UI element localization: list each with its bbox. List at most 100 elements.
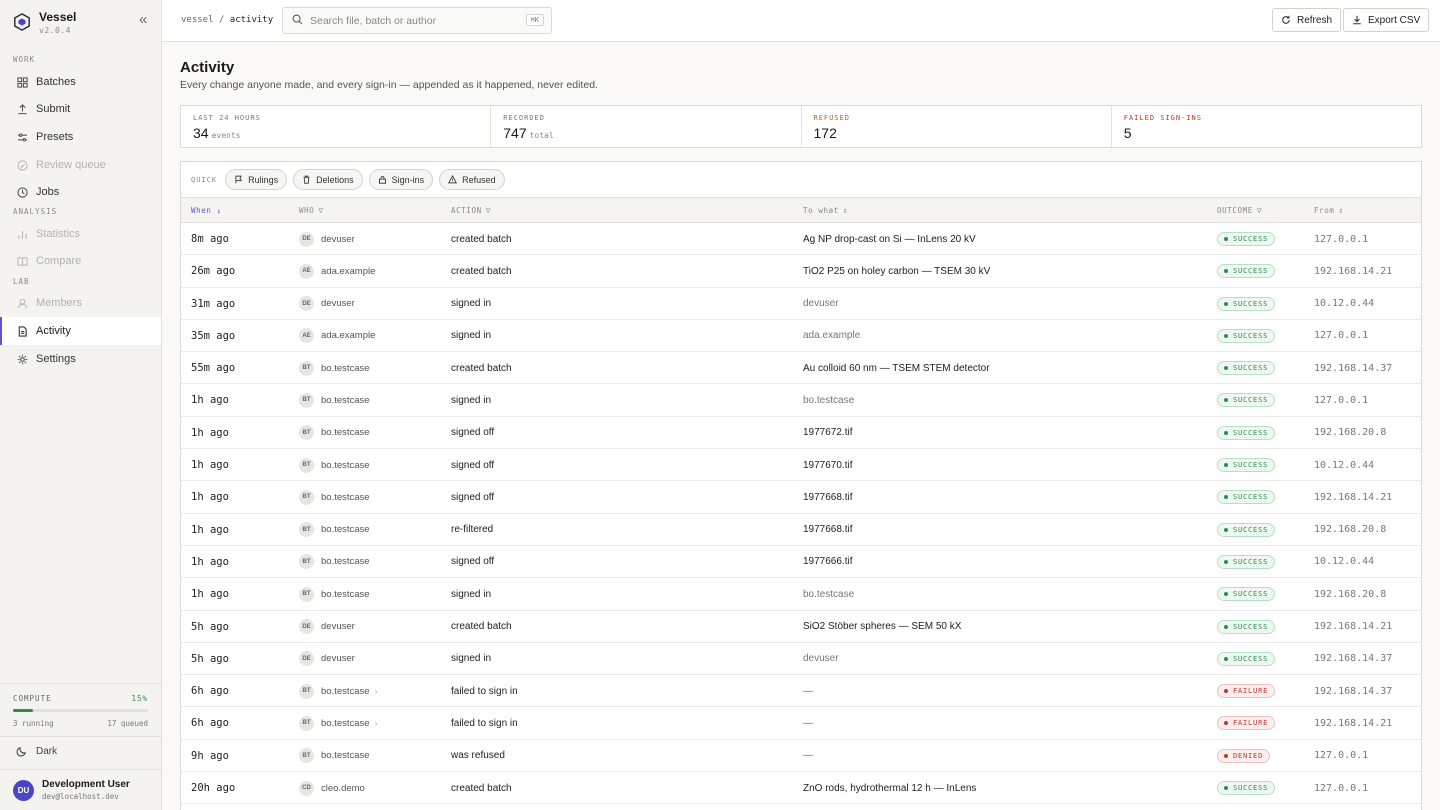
cell-target[interactable]: ada.example (803, 320, 860, 352)
col-target[interactable]: To what ⇕ (803, 206, 848, 215)
user-name: devuser (321, 298, 355, 310)
cell-target[interactable]: SiO2 Stöber spheres — SEM 50 kX (803, 611, 961, 643)
table-row[interactable]: 6h ago BT bo.testcase › failed to sign in — FA… (181, 675, 1421, 708)
filter-icon[interactable]: ▽ (1257, 206, 1262, 215)
table-row[interactable]: 1h ago BT bo.testcase signed off 1977670.tif… (181, 449, 1421, 482)
chip-deletions[interactable]: Deletions (293, 169, 363, 190)
cell-target[interactable]: TiO2 P25 on holey carbon — TSEM 30 kV (803, 255, 990, 287)
user-initials: CD (299, 780, 314, 796)
export-csv-button[interactable]: Export CSV (1343, 8, 1430, 32)
cell-target[interactable]: bo.testcase (803, 578, 854, 610)
table-row[interactable]: 1h ago BT bo.testcase re-filtered 1977668.ti… (181, 514, 1421, 546)
cell-who[interactable]: BT bo.testcase (299, 546, 370, 578)
sidebar-item-compare[interactable]: Compare (0, 247, 161, 275)
cell-target[interactable]: 1977668.tif (803, 481, 853, 513)
table-row[interactable]: 1h ago BT bo.testcase signed in bo.testcase S… (181, 384, 1421, 417)
cell-who[interactable]: BT bo.testcase (299, 449, 370, 481)
cell-who[interactable]: BT bo.testcase (299, 740, 370, 772)
table-row[interactable]: 26m ago AE ada.example created batch TiO2 P2… (181, 255, 1421, 288)
status-dot (1224, 333, 1228, 338)
col-from[interactable]: From ⇕ (1314, 206, 1344, 215)
table-row[interactable]: 1h ago BT bo.testcase signed in bo.testcase S… (181, 578, 1421, 611)
sidebar-item-statistics[interactable]: Statistics (0, 220, 161, 248)
col-who[interactable]: WHO ▽ (299, 206, 324, 215)
cell-target[interactable]: — (803, 707, 813, 739)
sidebar-item-settings[interactable]: Settings (0, 345, 161, 373)
table-row[interactable]: 5h ago DE devuser created batch SiO2 Stöber … (181, 611, 1421, 643)
cell-who[interactable]: CD cleo.demo (299, 772, 365, 804)
cell-who[interactable]: DE devuser (299, 288, 355, 320)
sort-icon[interactable]: ⇕ (843, 206, 848, 215)
cell-who[interactable]: BT bo.testcase › (299, 675, 378, 707)
sidebar-item-members[interactable]: Members (0, 289, 161, 317)
cell-who[interactable]: BT bo.testcase (299, 352, 370, 384)
cell-target[interactable]: Ag NP drop-cast on Si — InLens 20 kV (803, 223, 976, 255)
col-target-label: To what (803, 206, 839, 215)
sidebar-item-label: Presets (36, 131, 74, 143)
table-row[interactable]: 35m ago AE ada.example signed in ada.example… (181, 320, 1421, 353)
sidebar-item-submit[interactable]: Submit (0, 95, 161, 123)
cell-who[interactable]: AE ada.example (299, 255, 375, 287)
cell-who[interactable]: BT bo.testcase › (299, 707, 378, 739)
cell-who[interactable]: BT bo.testcase (299, 578, 370, 610)
user-initials: BT (299, 392, 314, 408)
cell-who[interactable]: AE ada.example (299, 320, 375, 352)
table-row[interactable]: 1h ago BT bo.testcase signed off 1977666.tif… (181, 546, 1421, 579)
cell-target[interactable]: — (803, 675, 813, 707)
stat-value: 34 (193, 125, 209, 141)
cell-who[interactable]: BT bo.testcase (299, 481, 370, 513)
filter-icon[interactable]: ▽ (486, 206, 491, 215)
cell-who[interactable]: DE devuser (299, 223, 355, 255)
cell-target[interactable]: 1977668.tif (803, 514, 853, 546)
cell-from: 192.168.20.8 (1314, 524, 1387, 536)
cell-who[interactable]: BT bo.testcase (299, 514, 370, 546)
cell-target[interactable]: 1977670.tif (803, 449, 853, 481)
user-profile[interactable]: DU Development User dev@localhost.dev (13, 779, 130, 801)
sidebar-item-batches[interactable]: Batches (0, 68, 161, 96)
chip-rulings[interactable]: Rulings (225, 169, 288, 190)
table-row[interactable]: 31m ago DE devuser signed in devuser SUCCESS 1… (181, 288, 1421, 320)
table-row[interactable]: 55m ago BT bo.testcase created batch Au coll… (181, 352, 1421, 385)
table-row[interactable]: 6h ago BT bo.testcase › failed to sign in — FA… (181, 707, 1421, 740)
search-box[interactable]: ⌘K (282, 7, 552, 34)
chip-sign-ins[interactable]: Sign-ins (368, 169, 434, 190)
sidebar-item-review-queue[interactable]: Review queue (0, 151, 161, 179)
status-badge: DENIED (1217, 748, 1271, 763)
cell-target[interactable]: bo.testcase (803, 384, 854, 416)
cell-who[interactable]: DE devuser (299, 611, 355, 643)
col-outcome[interactable]: OUTCOME ▽ (1217, 206, 1262, 215)
table-row[interactable]: 1h ago BT bo.testcase signed off 1977668.tif… (181, 481, 1421, 514)
refresh-button[interactable]: Refresh (1272, 8, 1342, 32)
search-input[interactable] (310, 14, 510, 27)
table-row[interactable]: 20h ago CD cleo.demo created batch ZnO rods,… (181, 772, 1421, 805)
cell-target[interactable]: — (803, 740, 813, 772)
table-row[interactable]: 5h ago DE devuser signed in devuser SUCCESS 19… (181, 643, 1421, 676)
cell-who[interactable]: DE devuser (299, 643, 355, 675)
cell-target[interactable]: ZnO rods, hydrothermal 12 h — InLens (803, 772, 976, 804)
chip-refused[interactable]: Refused (439, 169, 505, 190)
cell-target[interactable]: devuser (803, 288, 839, 320)
collapse-sidebar-icon[interactable]: « (139, 12, 147, 27)
cell-target[interactable]: 1977666.tif (803, 546, 853, 578)
cell-target[interactable]: Au colloid 60 nm — TSEM STEM detector (803, 352, 990, 384)
sidebar-item-presets[interactable]: Presets (0, 123, 161, 151)
table-row[interactable]: 8m ago DE devuser created batch Ag NP drop-c… (181, 223, 1421, 256)
expand-icon[interactable]: › (375, 718, 378, 728)
cell-who[interactable]: BT bo.testcase (299, 417, 370, 449)
status-badge: SUCCESS (1217, 587, 1276, 602)
cell-target[interactable]: 1977672.tif (803, 417, 853, 449)
col-when[interactable]: When ↓ (191, 206, 222, 215)
sidebar-item-jobs[interactable]: Jobs (0, 178, 161, 206)
expand-icon[interactable]: › (375, 686, 378, 696)
table-row[interactable]: 9h ago BT bo.testcase was refused — DENIED 127… (181, 740, 1421, 773)
cell-target[interactable]: devuser (803, 643, 839, 675)
breadcrumb-root[interactable]: vessel (181, 15, 214, 25)
status-text: SUCCESS (1233, 364, 1269, 373)
sort-icon[interactable]: ⇕ (1338, 206, 1343, 215)
filter-icon[interactable]: ▽ (318, 206, 323, 215)
theme-toggle[interactable]: Dark (16, 746, 57, 757)
cell-who[interactable]: BT bo.testcase (299, 384, 370, 416)
col-action[interactable]: ACTION ▽ (451, 206, 491, 215)
sidebar-item-activity[interactable]: Activity (0, 317, 161, 345)
table-row[interactable]: 1h ago BT bo.testcase signed off 1977672.tif… (181, 417, 1421, 450)
